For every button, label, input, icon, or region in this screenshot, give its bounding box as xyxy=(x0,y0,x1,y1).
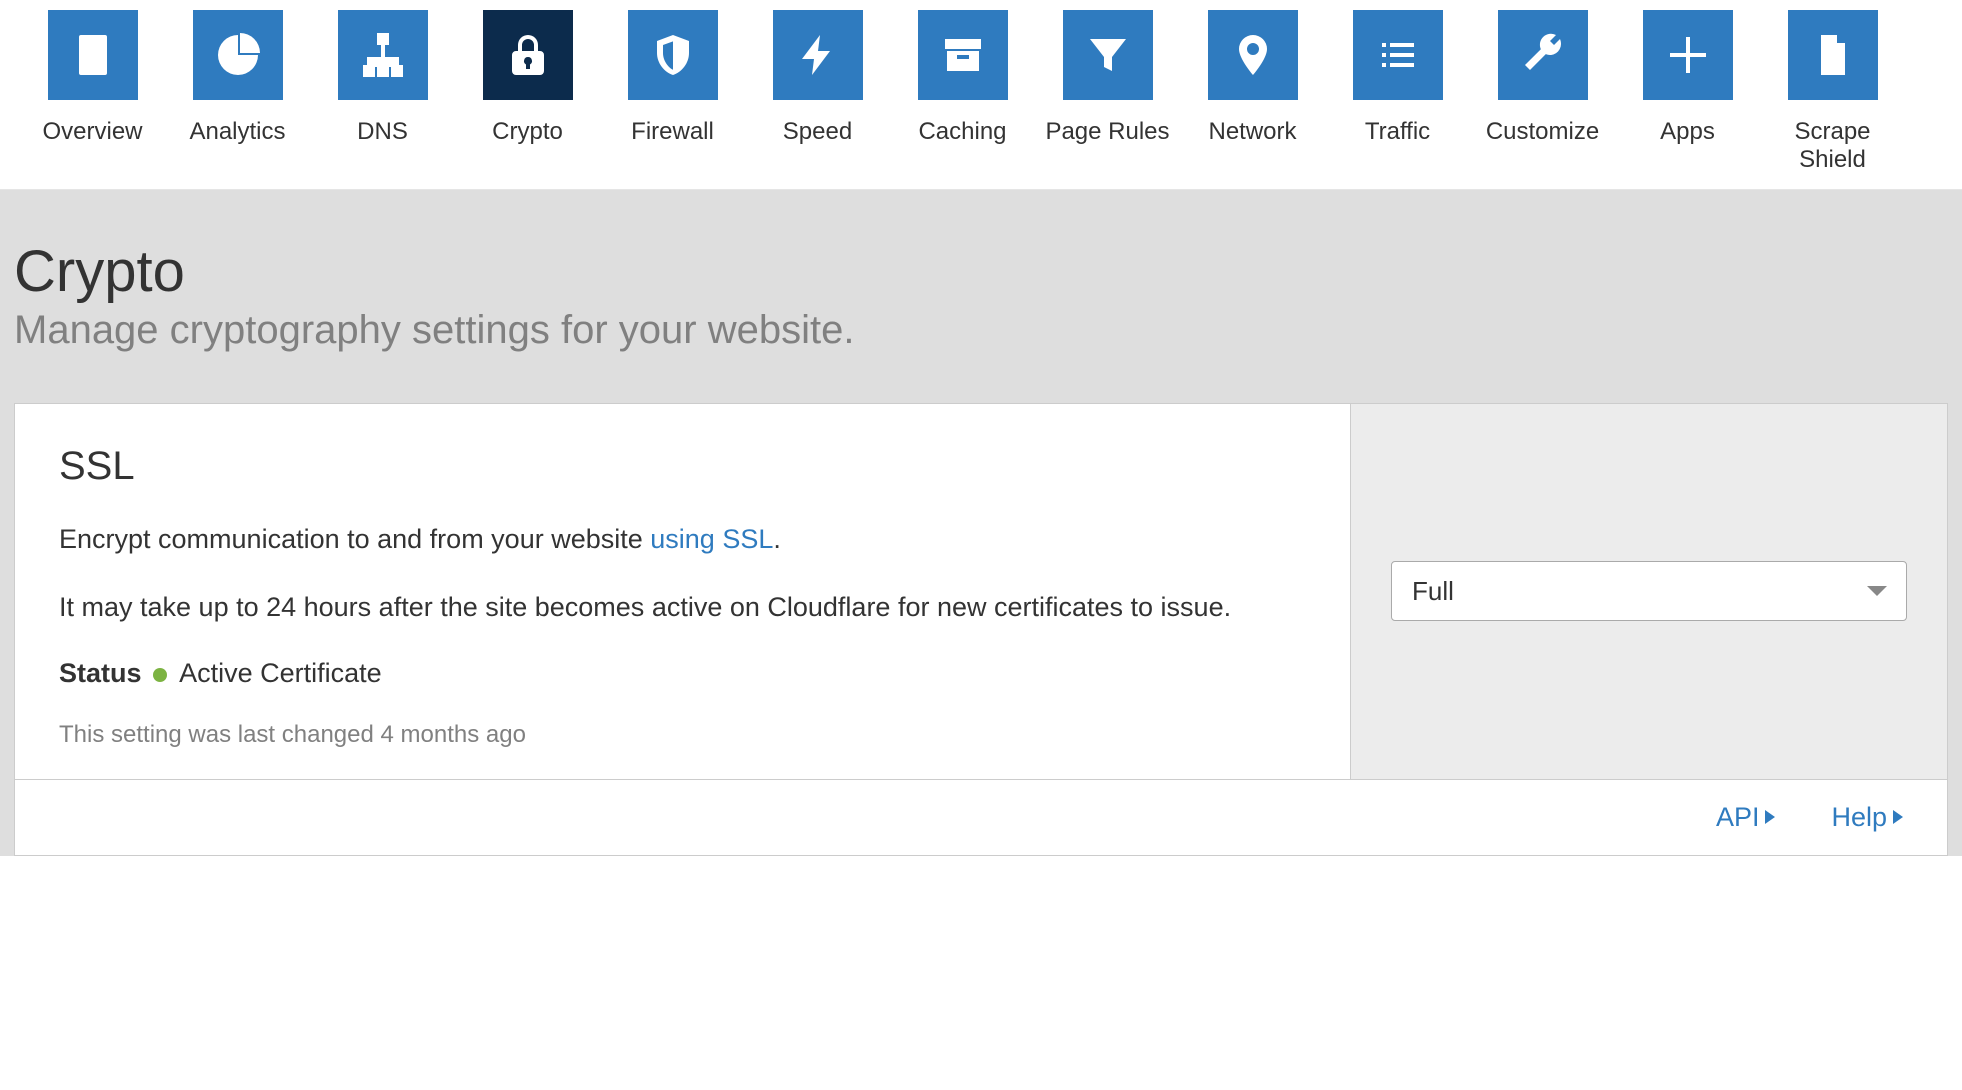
ssl-mode-select-wrap: Full xyxy=(1391,561,1907,621)
ssl-card-title: SSL xyxy=(59,444,1306,489)
ssl-card-desc: Encrypt communication to and from your w… xyxy=(59,521,1306,557)
api-link[interactable]: API xyxy=(1716,802,1776,833)
nav-label: Traffic xyxy=(1365,118,1430,146)
pie-icon xyxy=(193,10,283,100)
clipboard-icon xyxy=(48,10,138,100)
page-subtitle: Manage cryptography settings for your we… xyxy=(14,308,1948,353)
ssl-card-note: It may take up to 24 hours after the sit… xyxy=(59,589,1299,625)
marker-icon xyxy=(1208,10,1298,100)
archive-icon xyxy=(918,10,1008,100)
nav-item-firewall[interactable]: Firewall xyxy=(600,10,745,189)
nav-label: Apps xyxy=(1660,118,1715,146)
nav-label: DNS xyxy=(357,118,408,146)
page-header: Crypto Manage cryptography settings for … xyxy=(14,226,1948,403)
nav-item-apps[interactable]: Apps xyxy=(1615,10,1760,189)
ssl-mode-select[interactable]: Full xyxy=(1391,561,1907,621)
page-body: Crypto Manage cryptography settings for … xyxy=(0,190,1962,856)
plus-icon xyxy=(1643,10,1733,100)
lock-icon xyxy=(483,10,573,100)
nav-item-customize[interactable]: Customize xyxy=(1470,10,1615,189)
caret-right-icon xyxy=(1765,810,1775,824)
caret-right-icon xyxy=(1893,810,1903,824)
nav-label: Firewall xyxy=(631,118,714,146)
funnel-icon xyxy=(1063,10,1153,100)
help-link-label: Help xyxy=(1831,802,1887,833)
nav-item-scrape-shield[interactable]: Scrape Shield xyxy=(1760,10,1905,189)
help-link[interactable]: Help xyxy=(1831,802,1903,833)
nav-label: Scrape Shield xyxy=(1760,118,1905,173)
ssl-status-label: Status xyxy=(59,658,142,688)
nav-label: Caching xyxy=(918,118,1006,146)
ssl-status-row: Status Active Certificate xyxy=(59,658,1306,689)
nav-item-analytics[interactable]: Analytics xyxy=(165,10,310,189)
nav-item-page-rules[interactable]: Page Rules xyxy=(1035,10,1180,189)
nav-item-caching[interactable]: Caching xyxy=(890,10,1035,189)
ssl-last-changed: This setting was last changed 4 months a… xyxy=(59,721,1306,749)
ssl-card: SSL Encrypt communication to and from yo… xyxy=(14,403,1948,856)
nav-label: Customize xyxy=(1486,118,1599,146)
nav-label: Speed xyxy=(783,118,852,146)
status-dot-icon xyxy=(153,668,167,682)
nav-item-dns[interactable]: DNS xyxy=(310,10,455,189)
ssl-card-control: Full xyxy=(1351,404,1947,779)
ssl-card-main: SSL Encrypt communication to and from yo… xyxy=(15,404,1947,780)
nav-label: Analytics xyxy=(189,118,285,146)
nav-item-traffic[interactable]: Traffic xyxy=(1325,10,1470,189)
nav-item-network[interactable]: Network xyxy=(1180,10,1325,189)
list-icon xyxy=(1353,10,1443,100)
api-link-label: API xyxy=(1716,802,1760,833)
sitemap-icon xyxy=(338,10,428,100)
ssl-desc-prefix: Encrypt communication to and from your w… xyxy=(59,524,650,554)
wrench-icon xyxy=(1498,10,1588,100)
nav-item-speed[interactable]: Speed xyxy=(745,10,890,189)
bolt-icon xyxy=(773,10,863,100)
nav-label: Page Rules xyxy=(1045,118,1169,146)
ssl-status-value: Active Certificate xyxy=(179,658,382,688)
ssl-card-footer: API Help xyxy=(15,780,1947,855)
nav-label: Network xyxy=(1208,118,1296,146)
ssl-card-content: SSL Encrypt communication to and from yo… xyxy=(15,404,1351,779)
nav-label: Crypto xyxy=(492,118,563,146)
nav-item-overview[interactable]: Overview xyxy=(20,10,165,189)
file-icon xyxy=(1788,10,1878,100)
shield-icon xyxy=(628,10,718,100)
nav-label: Overview xyxy=(42,118,142,146)
ssl-desc-link[interactable]: using SSL xyxy=(650,524,773,554)
nav-item-crypto[interactable]: Crypto xyxy=(455,10,600,189)
top-nav: Overview Analytics DNS Crypto Firewall Speed C… xyxy=(0,0,1962,190)
ssl-desc-suffix: . xyxy=(773,524,781,554)
page-title: Crypto xyxy=(14,240,1948,304)
